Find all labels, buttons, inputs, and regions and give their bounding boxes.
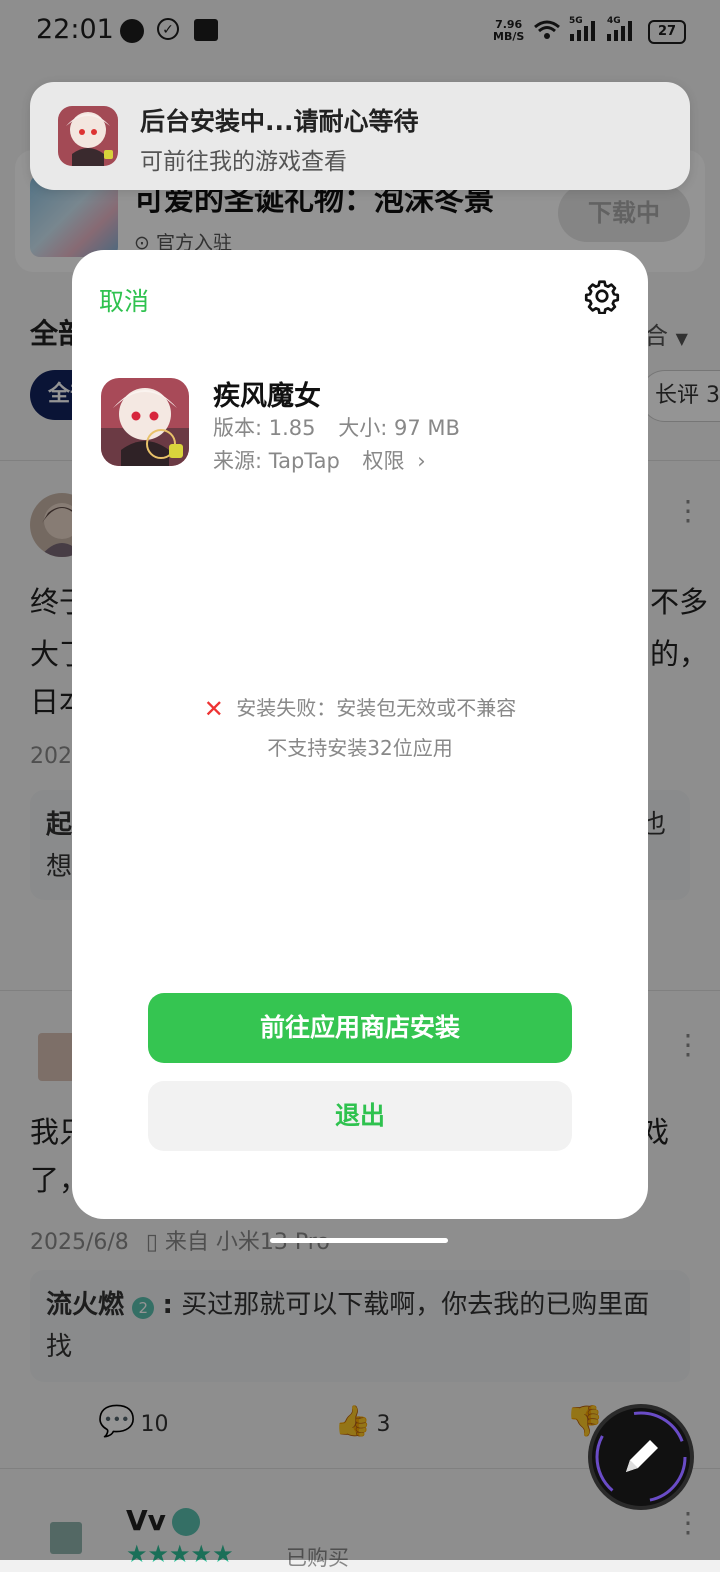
check-circle-icon: ✓ bbox=[157, 18, 179, 40]
toast-subtitle: 可前往我的游戏查看 bbox=[140, 149, 347, 175]
go-to-app-store-button[interactable]: 前往应用商店安装 bbox=[148, 993, 572, 1063]
install-toast[interactable]: 后台安装中...请耐心等待 可前往我的游戏查看 bbox=[30, 82, 690, 190]
app-icon bbox=[101, 378, 189, 466]
toast-title: 后台安装中...请耐心等待 bbox=[140, 107, 419, 136]
network-speed: 7.96 MB/S bbox=[493, 19, 524, 43]
clock: 22:01 bbox=[36, 14, 114, 45]
app-source-row: 来源: TapTap 权限 › bbox=[213, 445, 426, 475]
bilibili-icon bbox=[194, 19, 218, 41]
app-icon bbox=[58, 106, 118, 166]
size-label: 大小: 97 MB bbox=[338, 416, 460, 440]
error-text: 安装失败：安装包无效或不兼容 bbox=[236, 696, 517, 720]
install-dialog: 取消 疾风魔女 版本: 1.85 大小: 97 MB 来源: TapTap 权限… bbox=[72, 250, 648, 1219]
app-version-size: 版本: 1.85 大小: 97 MB bbox=[213, 412, 460, 442]
status-bar: 22:01 ✓ 7.96 MB/S 5G 4G 27 bbox=[0, 0, 720, 62]
signal-4g-icon bbox=[607, 21, 632, 41]
battery-icon: 27 bbox=[648, 20, 686, 44]
source-label: 来源: TapTap bbox=[213, 449, 340, 473]
permissions-label: 权限 bbox=[362, 449, 405, 473]
write-review-fab[interactable] bbox=[592, 1408, 690, 1506]
gear-icon[interactable] bbox=[584, 278, 620, 314]
home-indicator[interactable] bbox=[270, 1238, 448, 1243]
wifi-icon bbox=[534, 20, 560, 39]
speed-unit: MB/S bbox=[493, 30, 525, 43]
battery-level: 27 bbox=[657, 24, 677, 39]
pencil-icon bbox=[595, 1411, 687, 1503]
permissions-link[interactable]: 权限 › bbox=[363, 449, 426, 473]
app-name: 疾风魔女 bbox=[213, 381, 321, 412]
app-artwork bbox=[58, 106, 118, 166]
signal-5g-icon bbox=[570, 21, 595, 41]
error-detail: 不支持安装32位应用 bbox=[267, 736, 453, 760]
version-label: 版本: 1.85 bbox=[213, 416, 316, 440]
error-message: ✕ 安装失败：安装包无效或不兼容 bbox=[72, 692, 648, 723]
notification-bubble-icon bbox=[120, 19, 144, 43]
app-artwork bbox=[101, 378, 189, 466]
chevron-right-icon: › bbox=[417, 449, 426, 473]
exit-button[interactable]: 退出 bbox=[148, 1081, 572, 1151]
cancel-button[interactable]: 取消 bbox=[99, 282, 149, 318]
error-x-icon: ✕ bbox=[203, 695, 224, 723]
